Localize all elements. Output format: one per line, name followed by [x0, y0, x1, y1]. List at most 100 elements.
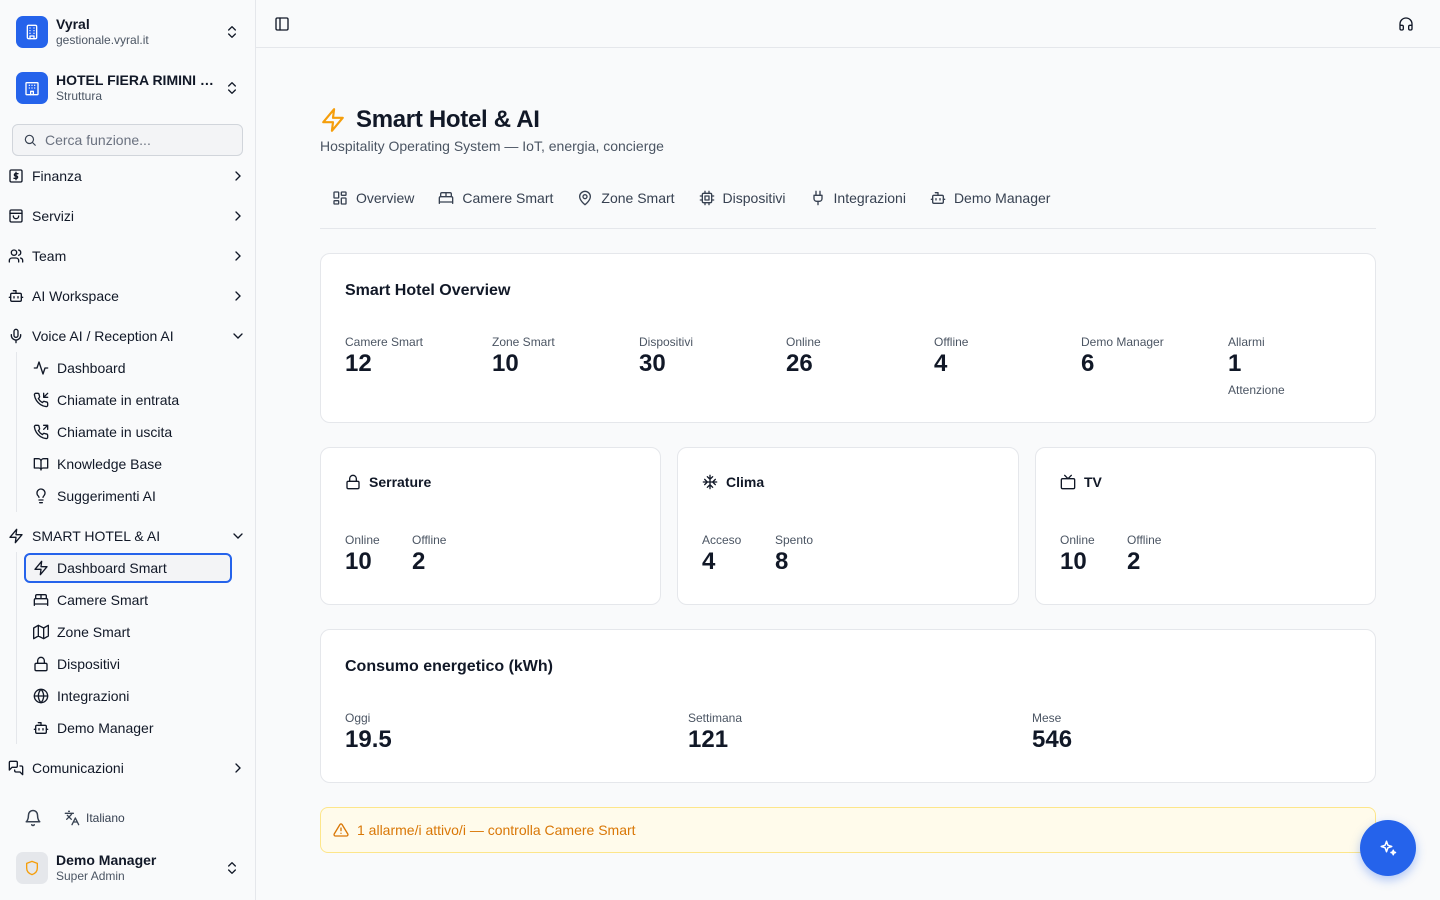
nav-section-label: Finanza: [32, 168, 82, 184]
stat-label: Offline: [412, 533, 447, 547]
search-input[interactable]: [45, 132, 225, 148]
stat-label: Online: [345, 533, 380, 547]
map-icon: [33, 624, 49, 640]
nav-section-team[interactable]: Team: [8, 244, 248, 268]
stat-value: 10: [345, 548, 372, 575]
bot-icon: [33, 722, 49, 734]
function-search[interactable]: [12, 124, 243, 156]
sidebar-item-demo-manager[interactable]: Demo Manager: [24, 714, 232, 742]
stat-clima-acceso: Acceso 4: [702, 532, 741, 576]
tab-overview[interactable]: Overview: [320, 184, 426, 212]
sidebar-item-outgoing-calls[interactable]: Chiamate in uscita: [24, 418, 232, 446]
stat-value: 10: [492, 350, 519, 377]
sidebar-item-ai-suggestions[interactable]: Suggerimenti AI: [24, 482, 232, 510]
overview-card: Smart Hotel Overview Camere Smart 12 Zon…: [320, 253, 1376, 423]
sidebar-item-label: Integrazioni: [57, 688, 130, 704]
stat-value: 546: [1032, 726, 1073, 753]
sidebar-item-dispositivi[interactable]: Dispositivi: [24, 650, 232, 678]
submenu-guide: [16, 552, 17, 744]
nav-section-smart-hotel[interactable]: SMART HOTEL & AI: [8, 524, 248, 548]
language-label: Italiano: [86, 811, 125, 825]
stat-label: Offline: [1127, 533, 1162, 547]
stat-value: 1: [1228, 350, 1242, 377]
page-subtitle: Hospitality Operating System — IoT, ener…: [320, 138, 664, 154]
stat-demo-manager: Demo Manager 6: [1081, 334, 1164, 378]
ai-assistant-button[interactable]: [1360, 820, 1416, 876]
tab-integrazioni[interactable]: Integrazioni: [798, 184, 918, 212]
nav-section-ai-workspace[interactable]: AI Workspace: [8, 284, 248, 308]
page-header: Smart Hotel & AI: [320, 106, 540, 134]
sidebar-item-knowledge-base[interactable]: Knowledge Base: [24, 450, 232, 478]
user-name: Demo Manager: [56, 852, 157, 868]
page-title: Smart Hotel & AI: [356, 106, 540, 133]
stat-energy-month: Mese 546: [1032, 710, 1072, 754]
sidebar-item-dashboard-smart[interactable]: Dashboard Smart: [24, 553, 232, 583]
zap-icon: [9, 528, 23, 544]
stat-value: 10: [1060, 548, 1087, 575]
clima-card: Clima Acceso 4 Spento 8: [677, 447, 1019, 605]
workspace-switcher[interactable]: Vyral gestionale.vyral.it: [16, 15, 246, 49]
nav-section-finanza[interactable]: Finanza: [8, 164, 248, 188]
tab-camere-smart[interactable]: Camere Smart: [426, 184, 565, 212]
stat-zone-smart: Zone Smart 10: [492, 334, 555, 378]
sidebar-item-integrazioni[interactable]: Integrazioni: [24, 682, 232, 710]
nav-section-voice-ai[interactable]: Voice AI / Reception AI: [8, 324, 248, 348]
stat-label: Online: [786, 335, 821, 349]
stat-note: Attenzione: [1228, 383, 1285, 397]
property-switcher[interactable]: HOTEL FIERA RIMINI … Struttura: [16, 71, 246, 105]
zap-icon: [34, 560, 48, 576]
stat-value: 2: [412, 548, 426, 575]
energy-card: Consumo energetico (kWh) Oggi 19.5 Setti…: [320, 629, 1376, 783]
stat-label: Allarmi: [1228, 335, 1265, 349]
nav-section-label: Voice AI / Reception AI: [32, 328, 174, 344]
stat-label: Dispositivi: [639, 335, 694, 349]
stat-energy-week: Settimana 121: [688, 710, 742, 754]
property-type: Struttura: [56, 89, 103, 103]
nav-section-label: Comunicazioni: [32, 760, 124, 776]
stat-online: Online 26: [786, 334, 821, 378]
sidebar-item-label: Dashboard Smart: [57, 560, 167, 576]
plug-icon: [812, 190, 823, 206]
tab-demo-manager[interactable]: Demo Manager: [918, 184, 1063, 212]
tab-zone-smart[interactable]: Zone Smart: [565, 184, 686, 212]
sidebar-item-label: Dashboard: [57, 360, 126, 376]
sidebar-item-voice-dashboard[interactable]: Dashboard: [24, 354, 232, 382]
language-selector[interactable]: Italiano: [64, 810, 125, 826]
bot-icon: [8, 290, 24, 302]
bell-icon[interactable]: [24, 809, 42, 827]
cpu-icon: [699, 190, 714, 206]
hotel-icon: [16, 72, 48, 104]
sidebar-item-label: Dispositivi: [57, 656, 121, 672]
stat-clima-spento: Spento 8: [775, 532, 813, 576]
sidebar-item-incoming-calls[interactable]: Chiamate in entrata: [24, 386, 232, 414]
nav-section-servizi[interactable]: Servizi: [8, 204, 248, 228]
serrature-card: Serrature Online 10 Offline 2: [320, 447, 661, 605]
tab-label: Demo Manager: [953, 190, 1051, 206]
user-role: Super Admin: [56, 869, 125, 883]
nav-section-comunicazioni[interactable]: Comunicazioni: [8, 756, 248, 780]
search-icon: [24, 134, 36, 146]
stat-label: Spento: [775, 533, 814, 547]
property-name: HOTEL FIERA RIMINI …: [56, 72, 214, 88]
nav-section-label: Team: [32, 248, 67, 264]
stat-allarmi: Allarmi 1 Attenzione: [1228, 334, 1285, 398]
sidebar-item-zone-smart[interactable]: Zone Smart: [24, 618, 232, 646]
stat-value: 4: [702, 548, 716, 575]
card-header: TV: [1060, 474, 1102, 490]
sidebar-item-label: Zone Smart: [57, 624, 131, 640]
stat-value: 8: [775, 548, 789, 575]
main-content: Smart Hotel & AI Hospitality Operating S…: [256, 48, 1440, 900]
stat-label: Camere Smart: [345, 335, 424, 349]
sidebar-item-camere-smart[interactable]: Camere Smart: [24, 586, 232, 614]
card-title: Clima: [726, 474, 765, 490]
sidebar-toggle-button[interactable]: [272, 14, 292, 34]
support-button[interactable]: [1396, 14, 1416, 34]
stat-label: Mese: [1032, 711, 1062, 725]
tv-card: TV Online 10 Offline 2: [1035, 447, 1376, 605]
stat-dispositivi: Dispositivi 30: [639, 334, 693, 378]
tab-dispositivi[interactable]: Dispositivi: [687, 184, 798, 212]
bed-icon: [439, 192, 454, 204]
stat-label: Offline: [934, 335, 969, 349]
activity-icon: [33, 361, 49, 375]
user-menu[interactable]: Demo Manager Super Admin: [16, 852, 246, 884]
